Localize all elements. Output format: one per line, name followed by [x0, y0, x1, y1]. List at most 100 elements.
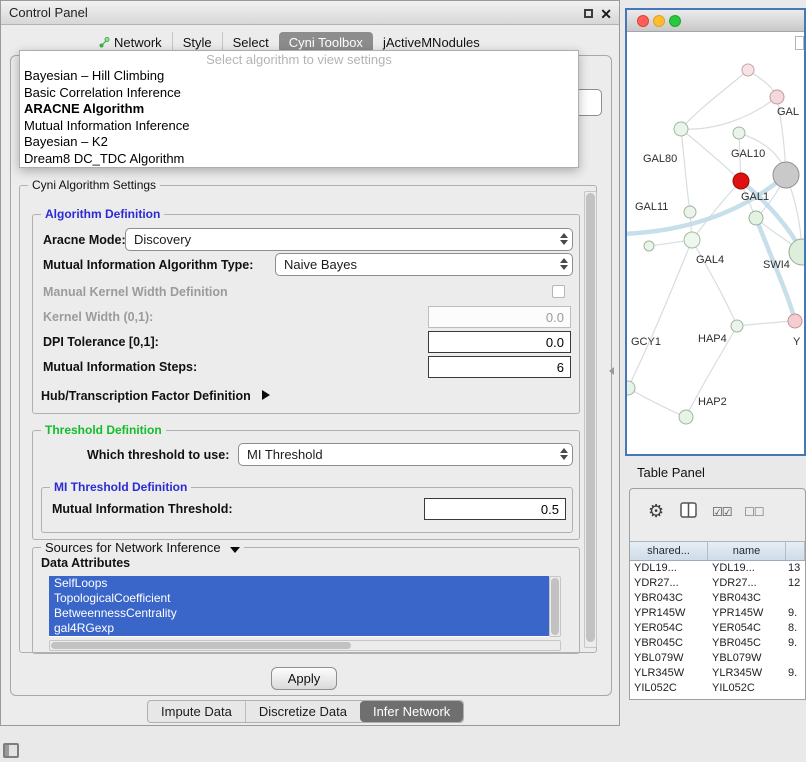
apply-button[interactable]: Apply [271, 667, 337, 690]
network-edge [628, 240, 692, 388]
network-tab-icon [99, 37, 110, 48]
close-traffic-light[interactable] [637, 15, 649, 27]
table-row[interactable]: YDR27...YDR27...12 [630, 576, 805, 591]
bottom-tab-infer-network[interactable]: Infer Network [360, 701, 463, 722]
network-edge [681, 97, 777, 129]
network-canvas[interactable]: GAL80GAL10GAL11GAL1SWI4GAL4GCY1HAP4HAP2G… [627, 32, 804, 454]
attribute-list-item[interactable]: TopologicalCoefficient [49, 591, 549, 606]
algorithm-option[interactable]: Basic Correlation Inference [20, 85, 578, 102]
restore-panel-icon[interactable] [3, 743, 19, 758]
table-row[interactable]: YBR043CYBR043C [630, 591, 805, 606]
attributes-hscrollbar[interactable] [49, 640, 561, 651]
float-window-icon[interactable] [584, 9, 593, 18]
settings-scrollbar-thumb[interactable] [586, 193, 595, 642]
gear-icon[interactable]: ⚙ [648, 501, 664, 522]
zoom-traffic-light[interactable] [669, 15, 681, 27]
table-cell: YDL19... [708, 561, 786, 576]
table-panel-window: ⚙ ☑☑ ☐☐ shared...name YDL19...YDL19...13… [629, 488, 806, 700]
minimize-traffic-light[interactable] [653, 15, 665, 27]
mi-steps-field[interactable] [428, 356, 571, 378]
network-scrollbar-fragment[interactable] [795, 36, 804, 50]
network-node-label: HAP4 [698, 333, 727, 345]
table-row[interactable]: YBL079WYBL079W [630, 651, 805, 666]
algorithm-option[interactable]: ARACNE Algorithm [20, 101, 578, 118]
algorithm-option[interactable]: Bayesian – K2 [20, 134, 578, 151]
control-panel-window: Control Panel ✕ NetworkStyleSelectCyni T… [0, 0, 620, 726]
bottom-tab-impute-data[interactable]: Impute Data [148, 701, 245, 722]
network-node[interactable] [749, 211, 763, 225]
network-node[interactable] [644, 241, 654, 251]
table-column-header[interactable]: name [708, 542, 786, 560]
table-row[interactable]: YLR345WYLR345W9. [630, 666, 805, 681]
network-node[interactable] [788, 314, 802, 328]
hub-definition-label: Hub/Transcription Factor Definition [41, 389, 251, 403]
attribute-list-item[interactable]: gal4RGexp [49, 621, 549, 636]
data-attributes-list: SelfLoopsTopologicalCoefficientBetweenne… [49, 576, 549, 637]
network-node[interactable] [733, 127, 745, 139]
table-row[interactable]: YDL19...YDL19...13 [630, 561, 805, 576]
table-cell: 12 [786, 576, 805, 591]
collapse-down-icon [230, 547, 240, 553]
network-node-label: SWI4 [763, 259, 790, 271]
network-node[interactable] [674, 122, 688, 136]
table-column-header[interactable]: shared... [630, 542, 708, 560]
dpi-tolerance-field[interactable] [428, 331, 571, 353]
splitter-collapse-icon[interactable] [609, 367, 614, 375]
network-node[interactable] [684, 206, 696, 218]
threshold-definition-title: Threshold Definition [41, 423, 166, 437]
control-panel-titlebar[interactable]: Control Panel ✕ [1, 1, 619, 25]
kernel-width-field[interactable] [428, 306, 571, 328]
bottom-tab-discretize-data[interactable]: Discretize Data [245, 701, 360, 722]
table-row[interactable]: YBR045CYBR045C9. [630, 636, 805, 651]
attributes-vscrollbar[interactable] [549, 576, 561, 637]
network-node[interactable] [627, 381, 635, 395]
network-node[interactable] [789, 239, 804, 265]
network-node[interactable] [731, 320, 743, 332]
network-node[interactable] [679, 410, 693, 424]
network-node[interactable] [773, 162, 799, 188]
mi-type-label: Mutual Information Algorithm Type: [43, 258, 253, 272]
aracne-mode-combobox[interactable]: Discovery [125, 228, 573, 251]
attributes-vscrollbar-thumb[interactable] [551, 578, 559, 635]
table-cell [786, 651, 805, 666]
algorithm-option[interactable]: Mutual Information Inference [20, 118, 578, 135]
network-node-label: GAL4 [696, 254, 724, 266]
table-row[interactable]: YER054CYER054C8. [630, 621, 805, 636]
algorithm-option[interactable]: Bayesian – Hill Climbing [20, 68, 578, 85]
table-cell: 13 [786, 561, 805, 576]
which-threshold-label: Which threshold to use: [87, 448, 229, 462]
hub-definition-toggle[interactable]: Hub/Transcription Factor Definition [41, 389, 270, 403]
attributes-hscrollbar-thumb[interactable] [51, 642, 351, 649]
bottom-tab-bar: Impute DataDiscretize DataInfer Network [147, 700, 464, 723]
checked-columns-icon[interactable]: ☑☑ [712, 505, 732, 519]
network-node[interactable] [742, 64, 754, 76]
which-threshold-combobox[interactable]: MI Threshold [238, 443, 573, 466]
network-window-titlebar[interactable] [627, 10, 804, 32]
network-node[interactable] [733, 173, 749, 189]
algorithm-option[interactable]: Dream8 DC_TDC Algorithm [20, 151, 578, 168]
attribute-list-item[interactable]: SelfLoops [49, 576, 549, 591]
aracne-mode-label: Aracne Mode: [43, 233, 126, 247]
table-cell: YBR045C [630, 636, 708, 651]
network-node[interactable] [684, 232, 700, 248]
table-cell: YIL052C [630, 681, 708, 696]
sources-toggle[interactable]: Sources for Network Inference [41, 540, 244, 555]
settings-scrollbar[interactable] [584, 191, 597, 648]
table-cell: YLR345W [708, 666, 786, 681]
table-cell [786, 591, 805, 606]
manual-kernel-checkbox[interactable] [552, 285, 565, 298]
mi-type-combobox[interactable]: Naive Bayes [275, 253, 573, 276]
network-edge [692, 240, 737, 326]
close-icon[interactable]: ✕ [600, 3, 612, 26]
network-node-label: Y [793, 336, 801, 348]
unchecked-columns-icon[interactable]: ☐☐ [744, 505, 764, 519]
threshold-definition-group: Threshold Definition Which threshold to … [32, 430, 580, 540]
network-node[interactable] [770, 90, 784, 104]
mi-threshold-field[interactable] [424, 498, 566, 520]
table-column-header[interactable] [786, 542, 805, 560]
table-row[interactable]: YIL052CYIL052C [630, 681, 805, 696]
network-edge [681, 129, 690, 212]
columns-icon[interactable] [680, 502, 697, 518]
table-row[interactable]: YPR145WYPR145W9. [630, 606, 805, 621]
attribute-list-item[interactable]: BetweennessCentrality [49, 606, 549, 621]
